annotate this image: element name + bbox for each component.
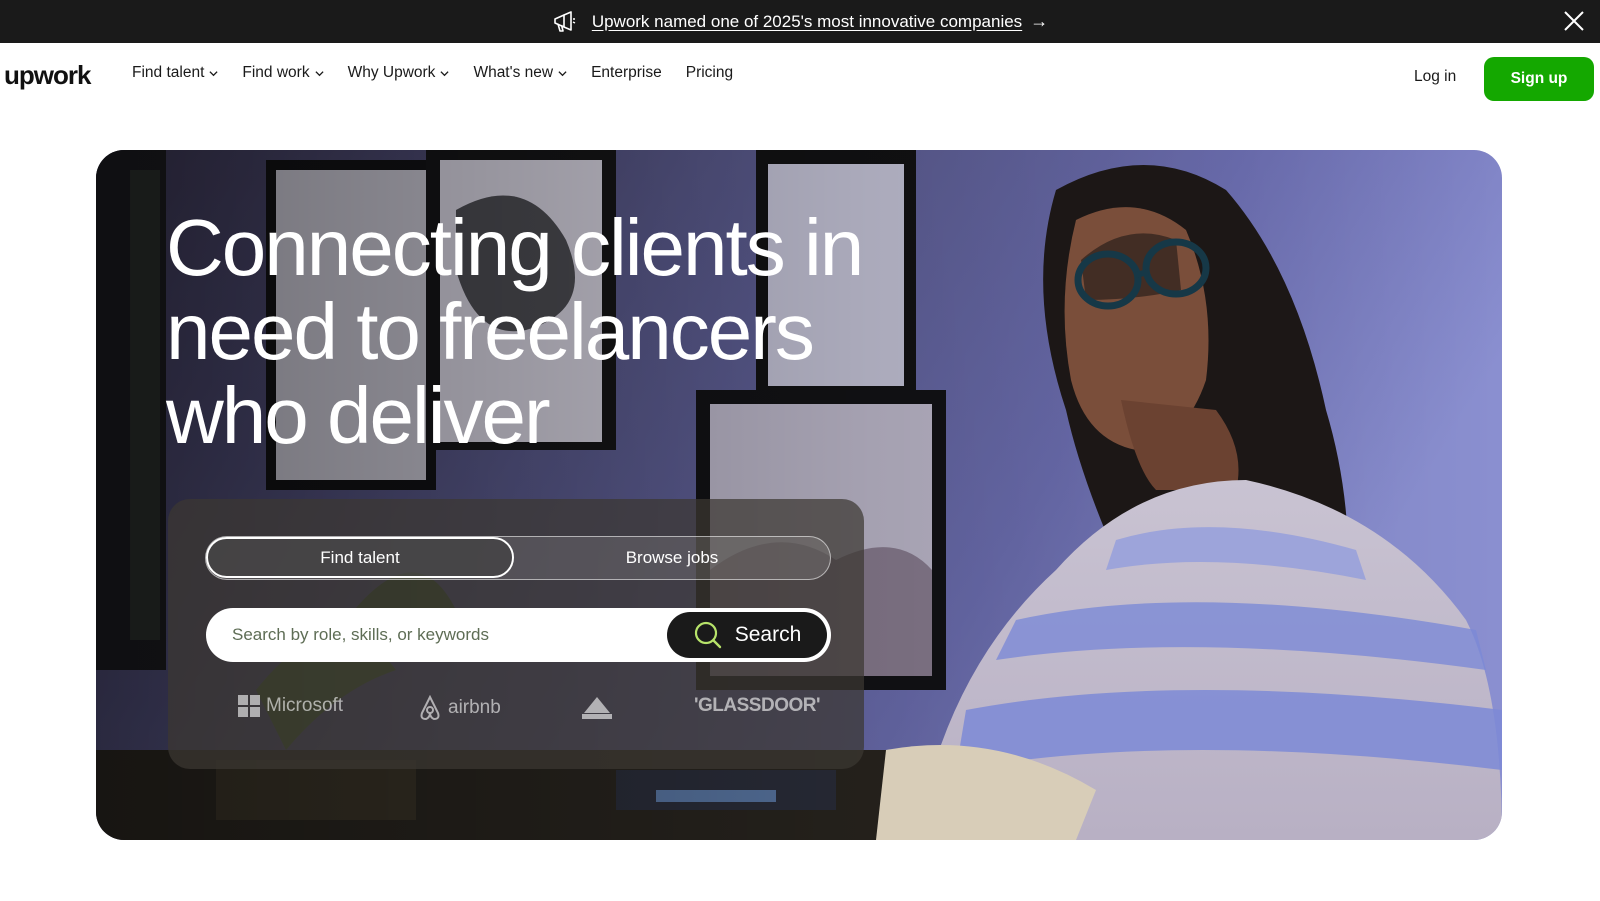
search-icon bbox=[694, 621, 721, 649]
nav-label: Enterprise bbox=[591, 64, 662, 81]
nav-label: Pricing bbox=[685, 64, 734, 81]
brand-name: airbnb bbox=[448, 697, 501, 718]
microsoft-logo-icon bbox=[238, 695, 260, 717]
nav-item-why-upwork[interactable]: Why Upwork bbox=[348, 64, 450, 82]
hero-section: Connecting clients in need to freelancer… bbox=[96, 150, 1502, 840]
upwork-logo-mark: upwork bbox=[4, 60, 93, 90]
nav-label: Find talent bbox=[132, 64, 205, 81]
megaphone-icon bbox=[554, 10, 576, 32]
chevron-down-icon bbox=[558, 70, 567, 76]
nav-item-enterprise[interactable]: Enterprise bbox=[591, 64, 662, 82]
airbnb-logo-icon bbox=[420, 695, 440, 721]
nav-label: Why Upwork bbox=[347, 64, 436, 81]
brand-glassdoor: 'GLASSDOOR' bbox=[694, 695, 821, 717]
search-mode-tabs: Find talent Browse jobs bbox=[205, 536, 831, 580]
nav-label: Find work bbox=[242, 64, 310, 81]
chevron-down-icon bbox=[440, 70, 450, 76]
announcement-bar: Upwork named one of 2025's most innovati… bbox=[0, 0, 1600, 43]
nav-item-find-talent[interactable]: Find talent bbox=[132, 64, 218, 82]
arrow-right-icon: → bbox=[1030, 11, 1049, 31]
announcement-link[interactable]: Upwork named one of 2025's most innovati… bbox=[592, 12, 1022, 32]
tab-find-talent[interactable]: Find talent bbox=[206, 537, 514, 578]
brand-bissell bbox=[580, 695, 614, 721]
chevron-down-icon bbox=[315, 70, 324, 76]
tab-browse-jobs[interactable]: Browse jobs bbox=[514, 537, 830, 578]
chevron-down-icon bbox=[209, 70, 218, 76]
bissell-logo-icon bbox=[582, 697, 612, 719]
signup-button[interactable]: Sign up bbox=[1484, 57, 1594, 101]
trusted-by-logos: Microsoft airbnb 'GLASSDOOR' bbox=[238, 695, 821, 725]
brand-microsoft: Microsoft bbox=[238, 695, 343, 717]
logo-text: upwork bbox=[4, 62, 92, 90]
search-button-label: Search bbox=[734, 623, 802, 646]
hero-headline: Connecting clients in need to freelancer… bbox=[166, 203, 864, 460]
brand-name: 'GLASSDOOR' bbox=[694, 695, 821, 716]
nav-item-pricing[interactable]: Pricing bbox=[686, 64, 733, 82]
search-panel: Find talent Browse jobs Search by role, … bbox=[168, 499, 864, 769]
login-link[interactable]: Log in bbox=[1414, 68, 1456, 86]
search-bar: Search bbox=[206, 608, 831, 662]
nav-item-find-work[interactable]: Find work bbox=[242, 64, 324, 82]
search-button[interactable]: Search bbox=[667, 612, 827, 658]
main-nav: Find talent Find work Why Upwork What's … bbox=[132, 64, 757, 82]
nav-label: What's new bbox=[473, 64, 554, 81]
nav-item-whats-new[interactable]: What's new bbox=[473, 64, 567, 82]
announcement-content: Upwork named one of 2025's most innovati… bbox=[552, 10, 1049, 33]
brand-airbnb: airbnb bbox=[418, 695, 501, 721]
brand-name: Microsoft bbox=[266, 695, 344, 716]
close-icon[interactable] bbox=[1562, 9, 1586, 33]
upwork-logo[interactable]: upwork bbox=[4, 60, 96, 97]
search-input[interactable] bbox=[232, 608, 652, 662]
